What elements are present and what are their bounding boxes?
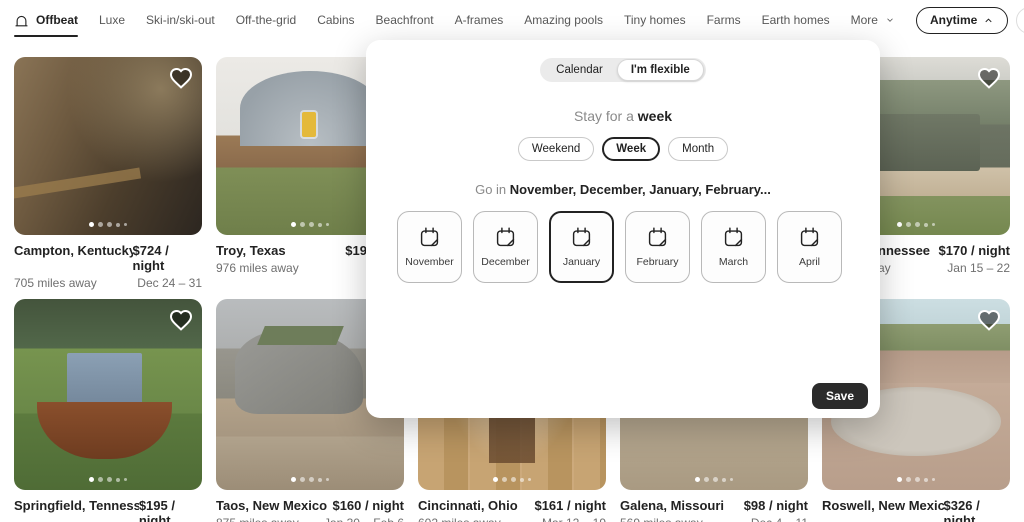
nav-item-offgrid[interactable]: Off-the-grid [236,0,296,40]
listing-distance: 875 miles away [216,516,299,522]
month-card-april[interactable]: April [777,211,842,283]
listing-dates: Dec 24 – 31 [137,276,202,290]
listing-dates: Dec 4 – 11 [751,516,808,522]
photo-pagination-dots[interactable] [897,222,935,227]
nav-actions: Anytime Guests Filters [915,6,1024,34]
photo-pagination-dots[interactable] [89,222,127,227]
date-mode-tabs: Calendar I'm flexible [540,58,706,82]
anytime-button[interactable]: Anytime [915,6,1009,34]
duration-week-button[interactable]: Week [602,137,661,161]
photo-pagination-dots[interactable] [695,477,733,482]
chevron-down-icon [887,18,893,22]
listing-name[interactable]: Troy, Texas [216,243,286,258]
listing-card-campton: Campton, Kentucky $724 / night 705 miles … [14,57,202,290]
save-button[interactable]: Save [811,383,868,409]
listing-caption: Cincinnati, Ohio $161 / night 602 miles a… [418,498,606,522]
heart-icon[interactable] [977,308,1001,332]
listing-dates: Jan 15 – 22 [947,261,1010,275]
listing-price: $170 / night [938,243,1010,258]
duration-month-button[interactable]: Month [668,137,729,161]
listing-price: $195 / night [138,498,175,522]
nav-item-luxe[interactable]: Luxe [99,0,125,40]
photo-pagination-dots[interactable] [493,477,531,482]
calendar-icon [572,227,591,247]
listing-price: $160 / night [332,498,404,513]
calendar-icon [724,227,743,247]
tab-im-flexible[interactable]: I'm flexible [616,59,704,81]
month-options: November December January February March… [366,211,880,283]
photo-pagination-dots[interactable] [897,477,935,482]
heart-icon[interactable] [169,66,193,90]
nav-item-farms[interactable]: Farms [707,0,741,40]
listing-distance: 976 miles away [216,261,299,275]
heart-icon[interactable] [977,66,1001,90]
nav-item-offbeat[interactable]: Offbeat [14,0,78,40]
month-card-february[interactable]: February [625,211,690,283]
tab-calendar[interactable]: Calendar [542,64,617,76]
nav-item-beachfront[interactable]: Beachfront [376,0,434,40]
listing-price: $724 / night [132,243,169,273]
listing-name[interactable]: Roswell, New Mexico [822,498,944,513]
month-card-march[interactable]: March [701,211,766,283]
nav-item-earth-homes[interactable]: Earth homes [762,0,830,40]
listing-caption: Taos, New Mexico $160 / night 875 miles a… [216,498,404,522]
category-nav: Offbeat Luxe Ski-in/ski-out Off-the-grid… [0,0,1024,40]
calendar-icon [648,227,667,247]
listing-price: $98 / night [743,498,808,513]
photo-pagination-dots[interactable] [291,477,329,482]
listing-name[interactable]: Springfield, Tennessee [14,498,139,513]
go-in-heading: Go in November, December, January, Febru… [475,182,771,197]
photo-pagination-dots[interactable] [89,477,127,482]
nav-item-amazing-pools[interactable]: Amazing pools [524,0,603,40]
listing-dates: Jan 30 – Feb 6 [324,516,404,522]
calendar-icon [420,227,439,247]
listing-price: $161 / night [534,498,606,513]
nav-item-more[interactable]: More [851,0,895,40]
listing-caption: Campton, Kentucky $724 / night 705 miles … [14,243,202,290]
listing-name[interactable]: Galena, Missouri [620,498,724,513]
listing-price: $326 / night [943,498,980,522]
stay-duration-heading: Stay for a week [573,108,673,124]
listing-caption: Springfield, Tennessee$195 / night 677 m… [14,498,202,522]
listing-card-springfield: Springfield, Tennessee$195 / night 677 m… [14,299,202,522]
guests-button[interactable]: Guests [1016,6,1024,34]
listing-name[interactable]: Campton, Kentucky [14,243,133,258]
calendar-icon [800,227,819,247]
duration-weekend-button[interactable]: Weekend [517,137,595,161]
listing-name[interactable]: Cincinnati, Ohio [418,498,518,513]
nav-item-aframes[interactable]: A-frames [455,0,504,40]
duration-options: Weekend Week Month [366,137,880,161]
nav-item-tiny-homes[interactable]: Tiny homes [624,0,686,40]
month-card-december[interactable]: December [473,211,538,283]
month-card-november[interactable]: November [397,211,462,283]
listing-name[interactable]: Taos, New Mexico [216,498,327,513]
month-card-january[interactable]: January [549,211,614,283]
listing-caption: Galena, Missouri $98 / night 569 miles aw… [620,498,808,522]
listing-dates: Mar 12 – 19 [542,516,606,522]
nav-item-label: Offbeat [36,13,78,27]
nav-item-cabins[interactable]: Cabins [317,0,354,40]
photo-pagination-dots[interactable] [291,222,329,227]
calendar-icon [496,227,515,247]
date-picker-modal: Calendar I'm flexible Stay for a week We… [366,40,880,418]
listing-distance: 602 miles away [418,516,501,522]
cave-icon [15,15,28,26]
nav-item-ski[interactable]: Ski-in/ski-out [146,0,215,40]
listing-photo[interactable] [14,299,202,490]
listing-distance: 569 miles away [620,516,703,522]
heart-icon[interactable] [169,308,193,332]
listing-photo[interactable] [14,57,202,235]
listing-caption: Roswell, New Mexico$326 / night 988 mile… [822,498,1010,522]
chevron-up-icon [985,17,992,22]
listing-distance: 705 miles away [14,276,97,290]
